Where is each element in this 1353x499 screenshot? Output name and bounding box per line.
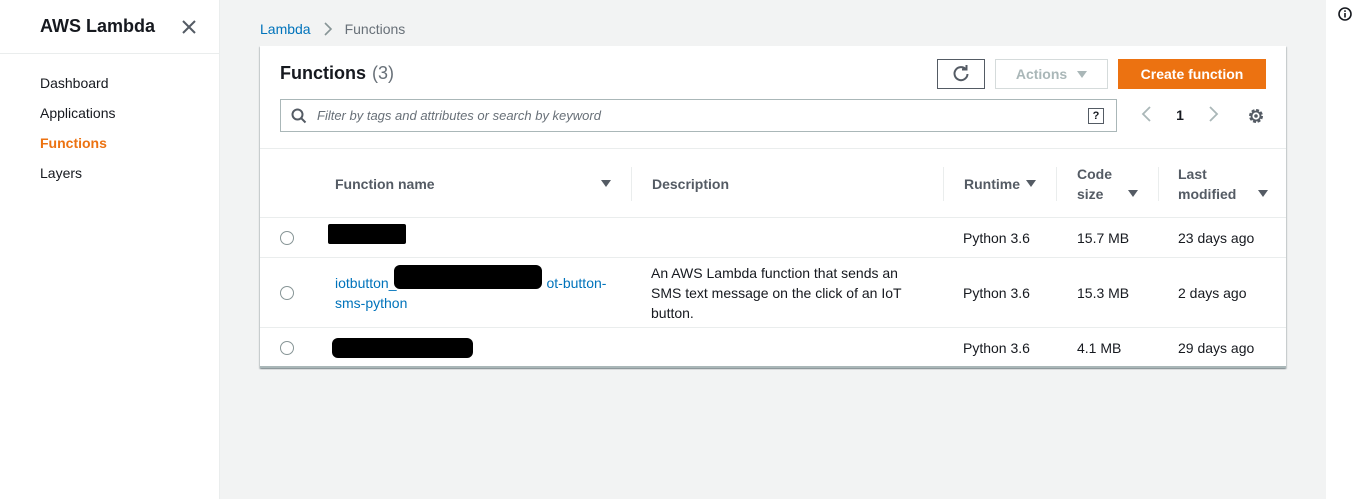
column-header-label: Code size (1077, 165, 1112, 202)
runtime-cell: Python 3.6 (963, 340, 1030, 356)
column-divider (943, 167, 944, 201)
pagination: 1 (1140, 104, 1220, 126)
table-header: Function name Description Runtime Code si… (260, 148, 1286, 218)
row-select-radio[interactable] (280, 341, 294, 355)
function-count: (3) (372, 63, 394, 83)
column-header-code-size[interactable]: Code size (1077, 149, 1147, 218)
sidebar-item-applications[interactable]: Applications (0, 98, 219, 128)
sort-icon (601, 180, 611, 187)
redacted-function-name (394, 265, 542, 289)
table-row[interactable]: Python 3.6 15.7 MB 23 days ago (260, 218, 1286, 258)
description-cell: An AWS Lambda function that sends an SMS … (651, 264, 902, 321)
table-settings-button[interactable] (1246, 106, 1266, 126)
sidebar-item-functions[interactable]: Functions (0, 128, 219, 158)
sort-icon (1026, 180, 1036, 187)
close-icon (182, 19, 196, 34)
code-size-cell: 4.1 MB (1077, 340, 1122, 356)
column-header-label: Last modified (1178, 165, 1237, 202)
column-header-function-name[interactable]: Function name (335, 149, 617, 218)
page-title: Functions (3) (280, 63, 394, 84)
help-icon[interactable]: ? (1088, 107, 1104, 124)
refresh-icon (953, 65, 969, 82)
breadcrumb-current: Functions (344, 21, 406, 37)
last-modified-cell: 29 days ago (1178, 340, 1255, 356)
column-header-label: Runtime (964, 175, 1020, 192)
runtime-cell: Python 3.6 (963, 284, 1030, 301)
row-select-radio[interactable] (280, 231, 294, 245)
code-size-cell: 15.7 MB (1077, 229, 1130, 246)
column-header-last-modified[interactable]: Last modified (1178, 149, 1278, 218)
sidebar-title: AWS Lambda (40, 16, 156, 36)
search-bar: ? (280, 99, 1117, 132)
column-divider (1056, 167, 1057, 201)
info-icon[interactable] (1338, 7, 1352, 21)
panel-title-text: Functions (280, 63, 366, 83)
tools-panel (1326, 0, 1353, 499)
sidebar-item-layers[interactable]: Layers (0, 158, 219, 188)
sidebar-item-dashboard[interactable]: Dashboard (0, 68, 219, 98)
chevron-right-icon (323, 22, 333, 36)
caret-down-icon (1077, 70, 1088, 78)
gear-icon (1249, 109, 1263, 123)
actions-label: Actions (1015, 66, 1068, 82)
breadcrumb-lambda-link[interactable]: Lambda (260, 21, 311, 37)
sidebar-header: AWS Lambda (0, 0, 219, 54)
breadcrumb: Lambda Functions (260, 20, 405, 38)
chevron-right-icon (1209, 105, 1219, 122)
column-header-label: Description (652, 175, 730, 192)
last-modified-cell: 23 days ago (1178, 229, 1255, 246)
create-function-button[interactable]: Create function (1118, 59, 1266, 89)
prev-page-button[interactable] (1140, 105, 1152, 126)
runtime-cell: Python 3.6 (963, 229, 1030, 246)
next-page-button[interactable] (1208, 105, 1220, 126)
sort-icon (1258, 190, 1268, 197)
sidebar: AWS Lambda Dashboard Applications Functi… (0, 0, 220, 499)
chevron-left-icon (1141, 105, 1151, 122)
functions-panel: Functions (3) Actions Create function ? 1 (260, 46, 1286, 368)
column-divider (1158, 167, 1159, 201)
row-select-radio[interactable] (280, 286, 294, 300)
column-header-runtime[interactable]: Runtime (964, 149, 1044, 218)
sidebar-nav: Dashboard Applications Functions Layers (0, 54, 219, 188)
code-size-cell: 15.3 MB (1077, 284, 1130, 301)
close-sidebar-button[interactable] (179, 17, 199, 37)
actions-dropdown[interactable]: Actions (995, 59, 1108, 89)
sort-icon (1128, 190, 1138, 197)
column-header-label: Function name (335, 175, 435, 192)
table-row[interactable]: Python 3.6 4.1 MB 29 days ago (260, 328, 1286, 368)
column-divider (631, 167, 632, 201)
column-header-description: Description (652, 149, 932, 218)
search-icon (291, 108, 307, 124)
refresh-button[interactable] (937, 59, 985, 89)
redacted-function-name (332, 338, 473, 358)
current-page[interactable]: 1 (1176, 107, 1184, 123)
search-input[interactable] (317, 108, 1088, 123)
last-modified-cell: 2 days ago (1178, 284, 1247, 301)
table-row[interactable]: iotbutton_ ot-button-sms-python An AWS La… (260, 258, 1286, 328)
redacted-function-name (328, 224, 406, 244)
